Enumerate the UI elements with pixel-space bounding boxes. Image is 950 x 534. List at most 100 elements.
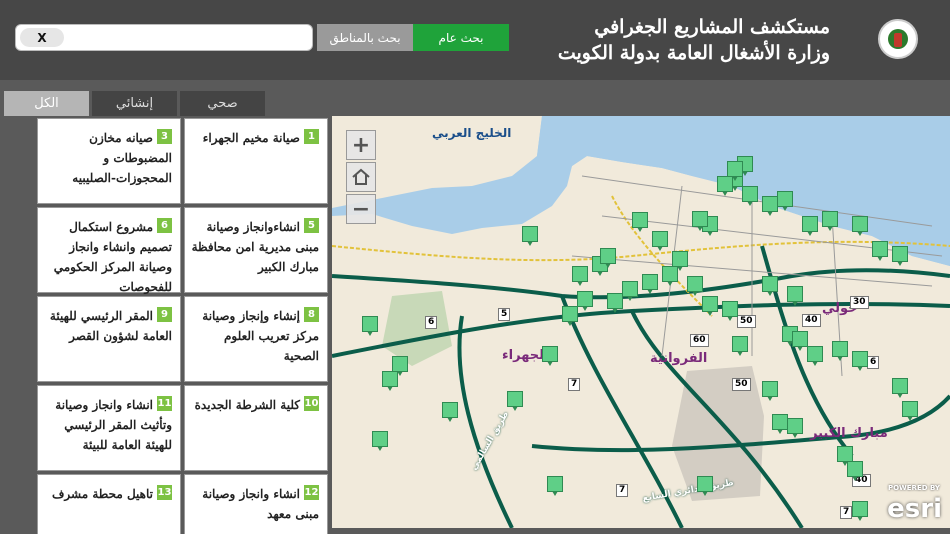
project-marker-icon[interactable] [727, 161, 743, 181]
route-shield: 7 [616, 484, 629, 497]
zoom-out-button[interactable]: − [346, 194, 376, 224]
project-marker-icon[interactable] [442, 402, 458, 422]
project-marker-icon[interactable] [802, 216, 818, 236]
project-marker-icon[interactable] [507, 391, 523, 411]
project-marker-icon[interactable] [542, 346, 558, 366]
project-number: 13 [157, 485, 172, 500]
list-item[interactable]: 12انشاء وانجاز وصيانة مبنى معهد [184, 474, 328, 534]
project-marker-icon[interactable] [847, 461, 863, 481]
search-input[interactable]: X [15, 24, 313, 51]
project-marker-icon[interactable] [632, 212, 648, 232]
project-marker-icon[interactable] [622, 281, 638, 301]
project-marker-icon[interactable] [672, 251, 688, 271]
project-marker-icon[interactable] [600, 248, 616, 268]
project-title: انشاء وانجاز وصيانة وتأثيث المقر الرئيسي… [55, 398, 172, 452]
project-marker-icon[interactable] [547, 476, 563, 496]
list-item[interactable]: 11انشاء وانجاز وصيانة وتأثيث المقر الرئي… [37, 385, 181, 471]
project-marker-icon[interactable] [692, 211, 708, 231]
project-marker-icon[interactable] [787, 418, 803, 438]
project-marker-icon[interactable] [762, 381, 778, 401]
map-view[interactable]: + − الخليج العربي الجهراء الفروانية حولي… [332, 116, 950, 528]
area-search-button[interactable]: بحث بالمناطق [317, 24, 413, 51]
list-item[interactable]: 13 تاهيل محطة مشرف [37, 474, 181, 534]
project-marker-icon[interactable] [787, 286, 803, 306]
project-title: صيانة مخيم الجهراء [202, 131, 300, 145]
project-number: 9 [157, 307, 172, 322]
project-marker-icon[interactable] [772, 414, 788, 434]
project-marker-icon[interactable] [852, 351, 868, 371]
project-marker-icon[interactable] [852, 501, 868, 521]
app-header: مستكشف المشاريع الجغرافي وزارة الأشغال ا… [0, 0, 950, 80]
list-item[interactable]: 5انشاءوانجاز وصيانة مبنى مديرية امن محاف… [184, 207, 328, 293]
project-number: 11 [157, 396, 172, 411]
project-marker-icon[interactable] [902, 401, 918, 421]
list-item[interactable]: 10 كلية الشرطة الجديدة [184, 385, 328, 471]
project-marker-icon[interactable] [872, 241, 888, 261]
map-label-gulf: الخليج العربي [432, 126, 512, 140]
route-shield: 40 [802, 314, 821, 327]
project-marker-icon[interactable] [777, 191, 793, 211]
project-list: 1 صيانة مخيم الجهراء 3صيانه مخازن المضبوط… [0, 116, 332, 534]
project-marker-icon[interactable] [892, 378, 908, 398]
project-marker-icon[interactable] [372, 431, 388, 451]
map-label-farwaniya: الفروانية [650, 351, 708, 366]
project-marker-icon[interactable] [702, 296, 718, 316]
project-title: انشاء وانجاز وصيانة مبنى معهد [202, 487, 319, 521]
tab-construction[interactable]: إنشائي [92, 91, 177, 116]
route-shield: 60 [690, 334, 709, 347]
list-item[interactable]: 6مشروع استكمال تصميم وانشاء وانجاز وصيان… [37, 207, 181, 294]
zoom-in-button[interactable]: + [346, 130, 376, 160]
project-marker-icon[interactable] [607, 293, 623, 313]
project-marker-icon[interactable] [577, 291, 593, 311]
route-shield: 5 [498, 308, 511, 321]
map-footer [332, 528, 950, 534]
tab-all[interactable]: الكل [4, 91, 89, 116]
project-number: 3 [157, 129, 172, 144]
ministry-logo-icon [878, 19, 918, 59]
project-marker-icon[interactable] [807, 346, 823, 366]
project-number: 6 [157, 218, 172, 233]
route-shield: 50 [737, 315, 756, 328]
route-shield: 7 [840, 506, 853, 519]
title-line-2: وزارة الأشغال العامة بدولة الكويت [557, 42, 830, 64]
project-marker-icon[interactable] [687, 276, 703, 296]
project-title: تاهيل محطة مشرف [51, 487, 153, 501]
project-marker-icon[interactable] [732, 336, 748, 356]
home-icon [352, 168, 370, 185]
title-line-1: مستكشف المشاريع الجغرافي [594, 16, 830, 38]
project-marker-icon[interactable] [792, 331, 808, 351]
project-marker-icon[interactable] [652, 231, 668, 251]
project-marker-icon[interactable] [852, 216, 868, 236]
project-marker-icon[interactable] [392, 356, 408, 376]
project-number: 1 [304, 129, 319, 144]
project-marker-icon[interactable] [742, 186, 758, 206]
project-title: مشروع استكمال تصميم وانشاء وانجاز وصيانة… [53, 220, 172, 294]
project-marker-icon[interactable] [697, 476, 713, 496]
project-marker-icon[interactable] [722, 301, 738, 321]
clear-search-button[interactable]: X [20, 28, 64, 47]
tab-health[interactable]: صحي [180, 91, 265, 116]
list-item[interactable]: 3صيانه مخازن المضبوطات و المحجوزات-الصلي… [37, 118, 181, 204]
project-marker-icon[interactable] [572, 266, 588, 286]
general-search-button[interactable]: بحث عام [413, 24, 509, 51]
project-marker-icon[interactable] [522, 226, 538, 246]
list-item[interactable]: 8إنشاء وإنجاز وصيانة مركز تعريب العلوم ا… [184, 296, 328, 382]
route-shield: 7 [568, 378, 581, 391]
list-item[interactable]: 1 صيانة مخيم الجهراء [184, 118, 328, 204]
project-marker-icon[interactable] [562, 306, 578, 326]
home-button[interactable] [346, 162, 376, 192]
list-item[interactable]: 9المقر الرئيسي للهيئة العامة لشؤون القصر [37, 296, 181, 382]
project-marker-icon[interactable] [762, 196, 778, 216]
project-marker-icon[interactable] [362, 316, 378, 336]
powered-by-label: POWERED BY [887, 484, 940, 492]
project-marker-icon[interactable] [822, 211, 838, 231]
project-marker-icon[interactable] [642, 274, 658, 294]
route-shield: 6 [425, 316, 438, 329]
project-title: كلية الشرطة الجديدة [194, 398, 300, 412]
project-number: 5 [304, 218, 319, 233]
project-marker-icon[interactable] [832, 341, 848, 361]
project-marker-icon[interactable] [892, 246, 908, 266]
project-title: إنشاء وإنجاز وصيانة مركز تعريب العلوم ال… [202, 309, 319, 363]
project-marker-icon[interactable] [762, 276, 778, 296]
route-shield: 50 [732, 378, 751, 391]
